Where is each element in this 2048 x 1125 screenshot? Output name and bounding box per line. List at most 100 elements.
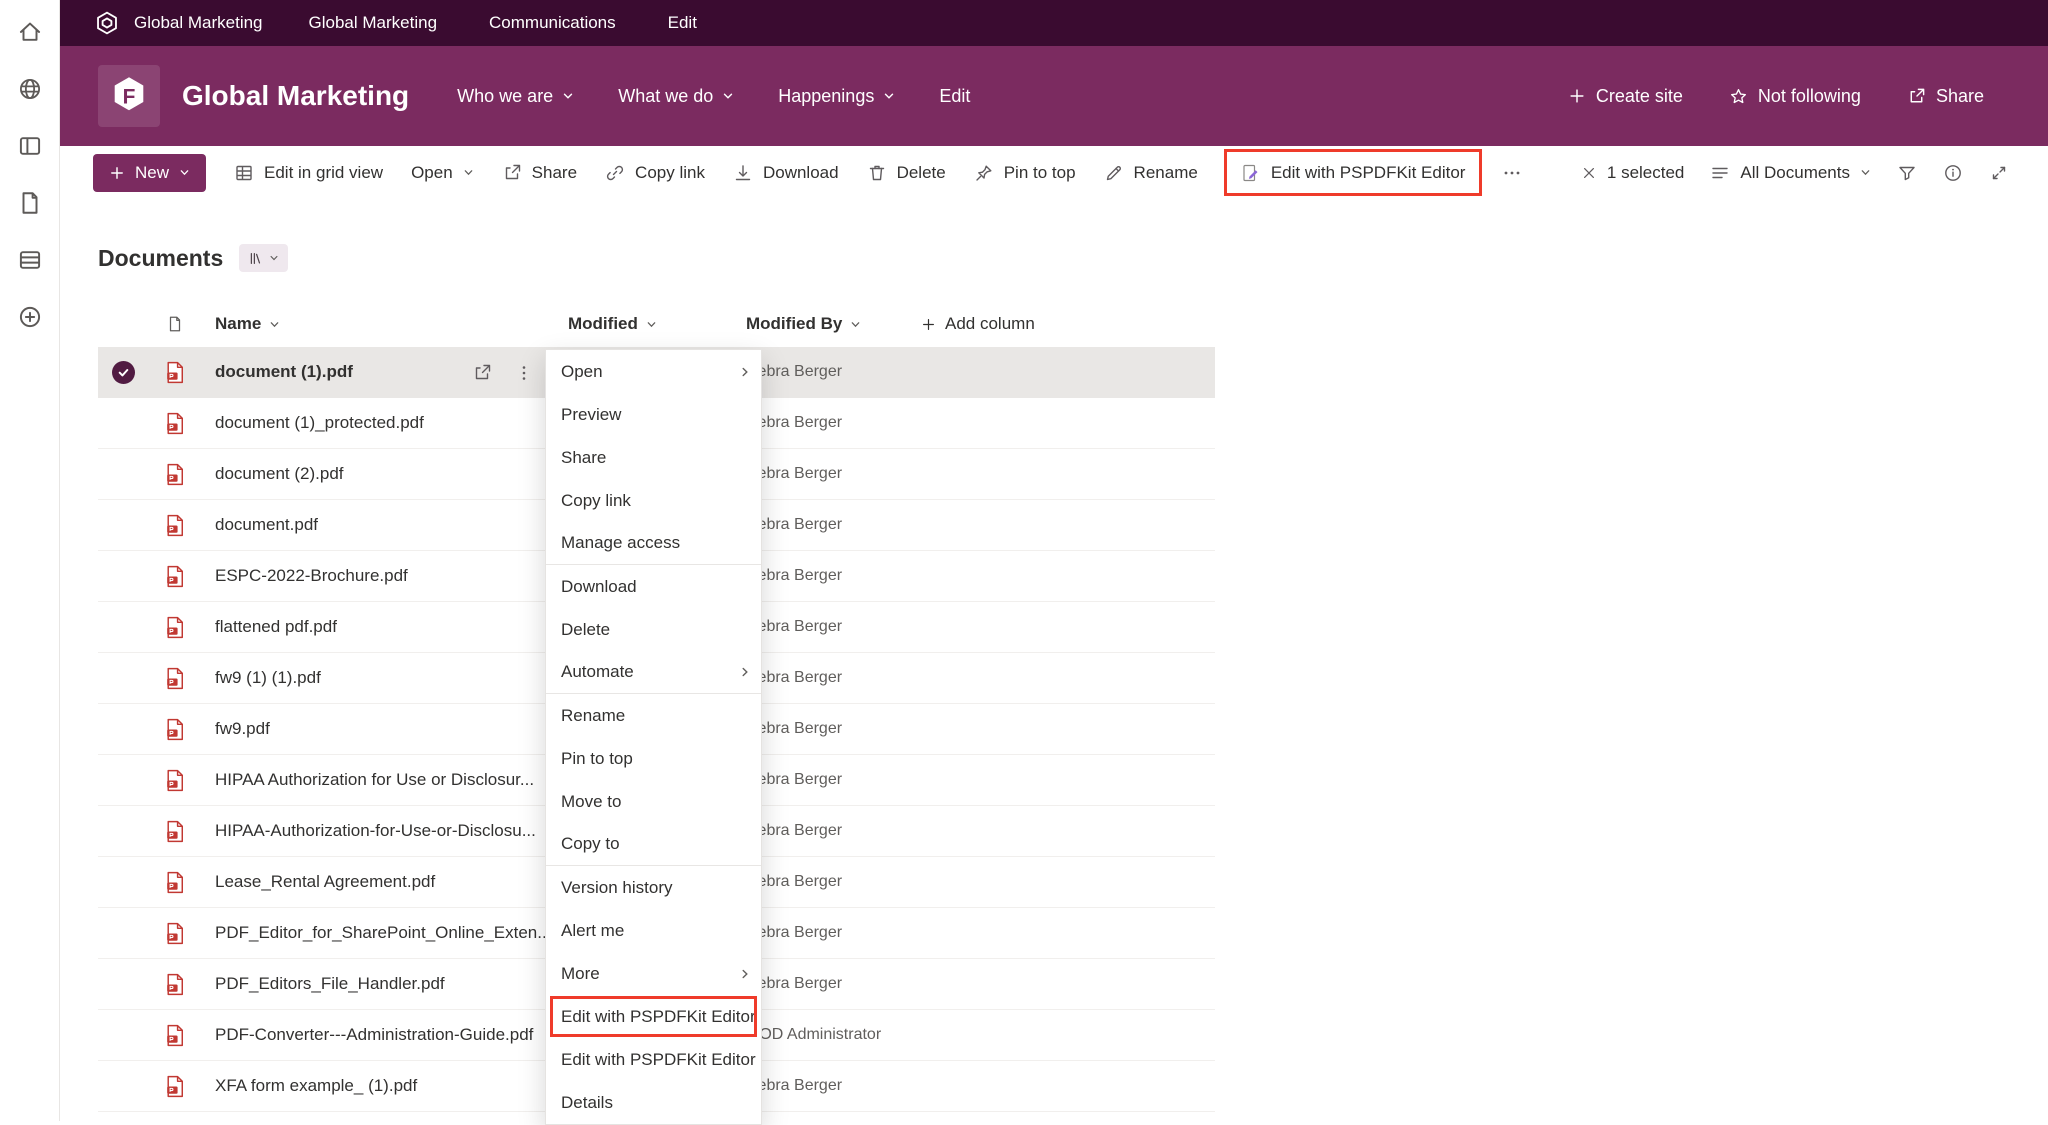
rail-add-button[interactable] xyxy=(8,295,52,339)
file-name[interactable]: PDF_Editors_File_Handler.pdf xyxy=(215,974,445,994)
file-name[interactable]: fw9.pdf xyxy=(215,719,270,739)
menu-item-share[interactable]: Share xyxy=(546,436,761,479)
file-name[interactable]: document (1).pdf xyxy=(215,362,353,382)
site-nav-happenings[interactable]: Happenings xyxy=(778,86,895,107)
file-name[interactable]: HIPAA-Authorization-for-Use-or-Disclosu.… xyxy=(215,821,536,841)
rail-page-button[interactable] xyxy=(8,181,52,225)
chevron-down-icon xyxy=(463,167,474,178)
rail-globe-button[interactable] xyxy=(8,67,52,111)
menu-item-edit-with-pspdfkit-editor[interactable]: Edit with PSPDFKit Editor xyxy=(546,995,761,1038)
suite-nav-global-marketing[interactable]: Global Marketing xyxy=(309,13,438,33)
site-nav-edit[interactable]: Edit xyxy=(939,86,970,107)
rename-icon xyxy=(1104,163,1124,183)
site-logo-f-icon[interactable]: F xyxy=(98,65,160,127)
menu-item-move-to[interactable]: Move to xyxy=(546,780,761,823)
rename-button[interactable]: Rename xyxy=(1090,146,1212,199)
menu-item-manage-access[interactable]: Manage access xyxy=(546,522,761,565)
share-button[interactable]: Share xyxy=(488,146,591,199)
file-name[interactable]: HIPAA Authorization for Use or Disclosur… xyxy=(215,770,534,790)
plus-icon xyxy=(921,317,936,332)
add-column-button[interactable]: Add column xyxy=(921,314,1035,334)
suite-nav-edit[interactable]: Edit xyxy=(668,13,697,33)
clear-selection-button[interactable]: 1 selected xyxy=(1568,163,1698,183)
create-site-button[interactable]: Create site xyxy=(1568,86,1683,107)
cmd-label: Pin to top xyxy=(1004,163,1076,183)
view-selector[interactable]: All Documents xyxy=(1697,163,1884,183)
menu-item-pin-to-top[interactable]: Pin to top xyxy=(546,737,761,780)
menu-item-version-history[interactable]: Version history xyxy=(546,866,761,909)
grid-icon xyxy=(234,163,254,183)
rail-panels-button[interactable] xyxy=(8,124,52,168)
pdf-file-icon xyxy=(163,768,188,793)
menu-item-label: Rename xyxy=(561,706,625,726)
menu-item-preview[interactable]: Preview xyxy=(546,393,761,436)
pdf-file-icon xyxy=(163,717,188,742)
file-name[interactable]: document.pdf xyxy=(215,515,318,535)
chevron-down-icon xyxy=(269,253,279,263)
site-nav-who-we-are[interactable]: Who we are xyxy=(457,86,574,107)
chevron-right-icon xyxy=(739,666,751,678)
library-views-pill[interactable] xyxy=(239,244,288,272)
site-nav-what-we-do[interactable]: What we do xyxy=(618,86,734,107)
home-icon xyxy=(17,19,43,45)
filter-button[interactable] xyxy=(1884,163,1930,183)
file-name[interactable]: flattened pdf.pdf xyxy=(215,617,337,637)
menu-item-download[interactable]: Download xyxy=(546,565,761,608)
menu-item-automate[interactable]: Automate xyxy=(546,651,761,694)
rail-list-button[interactable] xyxy=(8,238,52,282)
file-name[interactable]: Lease_Rental Agreement.pdf xyxy=(215,872,435,892)
edit-in-grid-view-button[interactable]: Edit in grid view xyxy=(220,146,397,199)
panels-icon xyxy=(17,133,43,159)
delete-button[interactable]: Delete xyxy=(853,146,960,199)
menu-item-details[interactable]: Details xyxy=(546,1081,761,1124)
file-name[interactable]: document (2).pdf xyxy=(215,464,344,484)
hexagon-logo-icon[interactable] xyxy=(94,10,120,36)
info-button[interactable] xyxy=(1930,163,1976,183)
suite-nav-communications[interactable]: Communications xyxy=(489,13,616,33)
menu-item-delete[interactable]: Delete xyxy=(546,608,761,651)
table-header: Name Modified Modified By Add column xyxy=(98,301,1215,347)
column-header-name[interactable]: Name xyxy=(215,314,280,334)
menu-item-label: Copy link xyxy=(561,491,631,511)
menu-item-copy-to[interactable]: Copy to xyxy=(546,823,761,866)
menu-item-more[interactable]: More xyxy=(546,952,761,995)
column-header-modified-by[interactable]: Modified By xyxy=(746,314,861,334)
menu-item-edit-with-pspdfkit-editor[interactable]: Edit with PSPDFKit Editor xyxy=(546,1038,761,1081)
bookshelf-icon xyxy=(248,251,263,266)
file-name[interactable]: PDF-Converter---Administration-Guide.pdf xyxy=(215,1025,533,1045)
suite-bar: Global Marketing Global Marketing Communi… xyxy=(60,0,2048,46)
share-site-button[interactable]: Share xyxy=(1907,86,1984,107)
plus-icon xyxy=(1568,87,1586,105)
fullscreen-button[interactable] xyxy=(1976,163,2022,183)
file-name[interactable]: fw9 (1) (1).pdf xyxy=(215,668,321,688)
menu-item-copy-link[interactable]: Copy link xyxy=(546,479,761,522)
rail-home-button[interactable] xyxy=(8,10,52,54)
open-button[interactable]: Open xyxy=(397,146,488,199)
command-bar: New Edit in grid view Open Share Copy li… xyxy=(60,146,2048,199)
file-name[interactable]: PDF_Editor_for_SharePoint_Online_Exten..… xyxy=(215,923,551,943)
row-more-icon[interactable] xyxy=(514,363,534,383)
menu-item-open[interactable]: Open xyxy=(546,350,761,393)
menu-item-label: Preview xyxy=(561,405,621,425)
row-share-button[interactable] xyxy=(472,363,492,383)
page-title: Documents xyxy=(98,245,223,272)
file-name[interactable]: document (1)_protected.pdf xyxy=(215,413,424,433)
more-icon xyxy=(1502,163,1522,183)
menu-item-rename[interactable]: Rename xyxy=(546,694,761,737)
file-name[interactable]: ESPC-2022-Brochure.pdf xyxy=(215,566,408,586)
selected-check[interactable] xyxy=(112,361,135,384)
menu-item-label: Pin to top xyxy=(561,749,633,769)
new-button[interactable]: New xyxy=(93,154,206,192)
chevron-down-icon xyxy=(883,90,895,102)
column-header-modified[interactable]: Modified xyxy=(568,314,657,334)
pin-to-top-button[interactable]: Pin to top xyxy=(960,146,1090,199)
edit-with-pspdfkit-editor-button[interactable]: Edit with PSPDFKit Editor xyxy=(1233,152,1474,193)
cmd-label: Rename xyxy=(1134,163,1198,183)
download-button[interactable]: Download xyxy=(719,146,853,199)
file-name[interactable]: XFA form example_ (1).pdf xyxy=(215,1076,417,1096)
menu-item-alert-me[interactable]: Alert me xyxy=(546,909,761,952)
copy-link-button[interactable]: Copy link xyxy=(591,146,719,199)
not-following-button[interactable]: Not following xyxy=(1729,86,1861,107)
more-commands-button[interactable] xyxy=(1488,146,1536,199)
hub-title[interactable]: Global Marketing xyxy=(134,13,263,33)
